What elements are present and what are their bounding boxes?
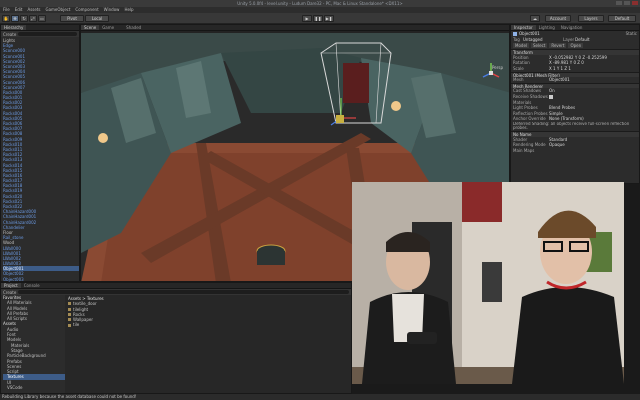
mesh-label: Mesh [513, 77, 524, 83]
cloud-icon[interactable]: ☁ [530, 15, 540, 22]
project-file-list: Assets > Textures textile_door tilelight R… [65, 295, 351, 393]
hierarchy-panel: Hierarchy Create Lights Edge Sconce000 Scon… [0, 24, 80, 292]
layout-dropdown[interactable]: Default [608, 15, 636, 22]
project-file[interactable]: tile [68, 322, 348, 327]
close-icon[interactable] [632, 1, 638, 5]
minimize-icon[interactable] [616, 1, 622, 5]
move-tool-icon[interactable]: ✥ [11, 15, 19, 22]
rotate-tool-icon[interactable]: ↻ [20, 15, 28, 22]
tag-label: Tag [513, 36, 520, 42]
hand-tool-icon[interactable]: ✋ [2, 15, 10, 22]
webcam-overlay [352, 182, 624, 384]
webcam-image [352, 182, 624, 384]
window-title-bar: Unity 5.0.0f4 - level.unity - Ludum Dare… [0, 0, 640, 7]
texture-icon [68, 313, 71, 317]
tab-inspector[interactable]: Inspector [511, 25, 536, 30]
scene-tabstrip: Scene Game Shaded [81, 25, 509, 31]
account-dropdown[interactable]: Account [545, 15, 571, 22]
pivot-toggle[interactable]: Pivot [60, 15, 84, 22]
maximize-icon[interactable] [624, 1, 630, 5]
scale-label: Scale [513, 65, 524, 71]
project-folder[interactable]: VSCode [3, 385, 65, 390]
info-box: Deferred Shading: all objects receive fu… [511, 122, 639, 131]
scale-fields[interactable]: X 1 Y 1 Z 1 [549, 66, 571, 72]
mesh-field[interactable]: Object001 [549, 77, 570, 83]
window-title: Unity 5.0.0f4 - level.unity - Ludum Dare… [237, 1, 403, 6]
hierarchy-search-input[interactable] [18, 32, 77, 36]
static-toggle[interactable]: Static [626, 31, 637, 37]
status-text: Rebuilding Library because the asset dat… [2, 394, 137, 399]
project-search-input[interactable] [18, 290, 349, 294]
project-tree: Favorites All Materials All Models All Pref… [1, 295, 65, 393]
tab-project[interactable]: Project [1, 283, 21, 288]
layers-dropdown[interactable]: Layers [578, 15, 604, 22]
scale-tool-icon[interactable]: ⤢ [29, 15, 37, 22]
tab-scene[interactable]: Scene [81, 25, 100, 30]
rendering-mode-dropdown[interactable]: Opaque [549, 142, 565, 148]
project-file-label: tile [73, 322, 80, 328]
texture-icon [68, 323, 71, 327]
project-files: textile_door tilelight Rocks Wallpaper tile [68, 301, 348, 327]
hierarchy-list: Lights Edge Sconce000 Sconce001 Sconce002 Sco… [1, 37, 79, 292]
step-button[interactable]: ▶❚ [324, 15, 334, 22]
cast-shadows-dropdown[interactable]: On [549, 88, 555, 94]
main-maps-label: Main Maps [513, 147, 535, 153]
tab-lighting[interactable]: Lighting [536, 25, 558, 30]
tab-hierarchy[interactable]: Hierarchy [1, 25, 27, 30]
texture-icon [68, 307, 71, 311]
object-active-checkbox[interactable] [513, 32, 517, 36]
tab-game[interactable]: Game [99, 25, 117, 30]
pause-button[interactable]: ❚❚ [313, 15, 323, 22]
scene-gizmo-label: Persp [492, 65, 503, 70]
scene-shading-dropdown[interactable]: Shaded [123, 25, 144, 30]
play-button[interactable]: ▶ [302, 15, 312, 22]
prefab-model-buttons: Model Select Revert Open [511, 42, 639, 49]
project-panel: Project Console Create Favorites All Mate… [0, 282, 352, 394]
texture-icon [68, 302, 71, 306]
local-toggle[interactable]: Local [85, 15, 109, 22]
model-button[interactable]: Model [513, 43, 530, 49]
window-controls [616, 1, 638, 5]
main-maps-row: Main Maps [511, 148, 639, 154]
receive-shadows-checkbox[interactable] [549, 94, 553, 99]
layer-label: Layer [563, 36, 575, 42]
hierarchy-create-button[interactable]: Create [3, 32, 16, 37]
main-toolbar: ✋ ✥ ↻ ⤢ ▭ Pivot Local ▶ ❚❚ ▶❚ ☁ Account … [0, 13, 640, 24]
revert-button[interactable]: Revert [549, 43, 567, 49]
texture-icon [68, 318, 71, 322]
select-button[interactable]: Select [531, 43, 548, 49]
tab-navigation[interactable]: Navigation [558, 25, 586, 30]
rect-tool-icon[interactable]: ▭ [38, 15, 46, 22]
status-bar: Rebuilding Library because the asset dat… [0, 394, 640, 400]
layer-dropdown[interactable]: Default [575, 37, 590, 43]
open-button[interactable]: Open [568, 43, 584, 49]
tab-console[interactable]: Console [21, 283, 43, 288]
project-create-button[interactable]: Create [3, 290, 16, 295]
info-text: Deferred Shading: all objects receive fu… [513, 121, 630, 131]
inspector-panel: Inspector Lighting Navigation Object001 … [510, 24, 640, 184]
tag-dropdown[interactable]: Untagged [523, 37, 563, 43]
